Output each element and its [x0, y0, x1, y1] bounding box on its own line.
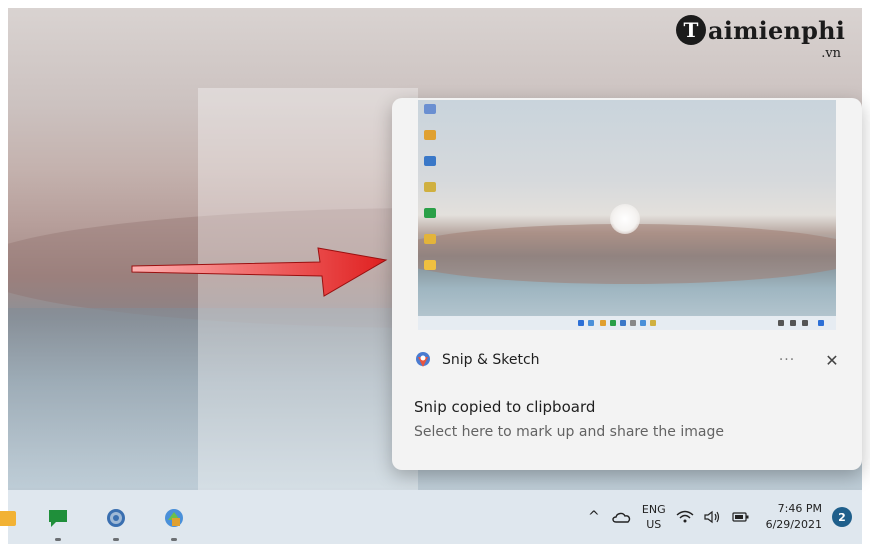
volume-icon[interactable]	[703, 510, 722, 524]
wifi-icon[interactable]	[676, 510, 694, 524]
thumbnail-taskbar-icon	[630, 320, 636, 326]
thumbnail-taskbar	[418, 316, 836, 330]
control-panel-icon[interactable]	[162, 506, 186, 530]
snip-notification-toast[interactable]: Snip & Sketch ··· ✕ Snip copied to clipb…	[392, 98, 862, 470]
chat-icon[interactable]	[46, 506, 70, 530]
thumbnail-taskbar-icon	[600, 320, 606, 326]
watermark-text: aimienphi	[708, 15, 846, 45]
thumbnail-taskbar-icon	[620, 320, 626, 326]
language-code: ENG	[641, 503, 666, 516]
thumbnail-icon	[424, 208, 436, 218]
battery-icon[interactable]	[731, 510, 750, 524]
taskbar: ^ ENG US 7:46 PM 6/29/2021 2	[0, 490, 862, 544]
onedrive-icon[interactable]	[612, 510, 632, 524]
thumbnail-taskbar-icon	[588, 320, 594, 326]
thumbnail-icon	[424, 234, 436, 244]
system-tray: ^ ENG US 7:46 PM 6/29/2021 2	[586, 490, 852, 544]
notification-count-badge[interactable]: 2	[832, 507, 852, 527]
thumbnail-icon	[424, 182, 436, 192]
notification-header: Snip & Sketch ··· ✕	[414, 348, 844, 372]
show-hidden-icons-button[interactable]: ^	[586, 509, 602, 525]
clock-date: 6/29/2021	[765, 518, 822, 531]
file-explorer-icon[interactable]	[0, 506, 18, 530]
settings-icon[interactable]	[104, 506, 128, 530]
more-options-button[interactable]: ···	[772, 352, 802, 368]
running-indicator	[55, 538, 61, 541]
thumbnail-taskbar-icon	[640, 320, 646, 326]
thumbnail-sun	[610, 204, 640, 234]
language-region: US	[646, 518, 662, 531]
thumbnail-tray-icon	[790, 320, 796, 326]
thumbnail-taskbar-icon	[650, 320, 656, 326]
thumbnail-tray-icon	[778, 320, 784, 326]
language-indicator[interactable]: ENG US	[642, 502, 666, 532]
snip-thumbnail[interactable]	[418, 100, 836, 330]
watermark-logo: T aimienphi .vn	[676, 10, 846, 61]
thumbnail-taskbar-icon	[610, 320, 616, 326]
app-name: Snip & Sketch	[442, 352, 540, 368]
close-button[interactable]: ✕	[820, 351, 844, 370]
watermark-suffix: .vn	[821, 46, 842, 61]
red-arrow-icon	[131, 247, 388, 297]
snip-sketch-icon	[416, 352, 430, 367]
thumbnail-tray-icon	[802, 320, 808, 326]
thumbnail-icon	[424, 104, 436, 114]
running-indicator	[113, 538, 119, 541]
thumbnail-icon	[424, 156, 436, 166]
thumbnail-icon	[424, 130, 436, 140]
watermark-logo-mark: T	[676, 15, 706, 45]
clock[interactable]: 7:46 PM 6/29/2021	[766, 501, 822, 533]
thumbnail-icon	[424, 260, 436, 270]
thumbnail-tray-icon	[818, 320, 824, 326]
thumbnail-taskbar-icon	[578, 320, 584, 326]
notification-body: Select here to mark up and share the ima…	[414, 424, 724, 440]
thumbnail-desktop-icons	[424, 104, 438, 286]
clock-time: 7:46 PM	[777, 502, 822, 515]
running-indicator	[171, 538, 177, 541]
notification-title: Snip copied to clipboard	[414, 398, 596, 416]
